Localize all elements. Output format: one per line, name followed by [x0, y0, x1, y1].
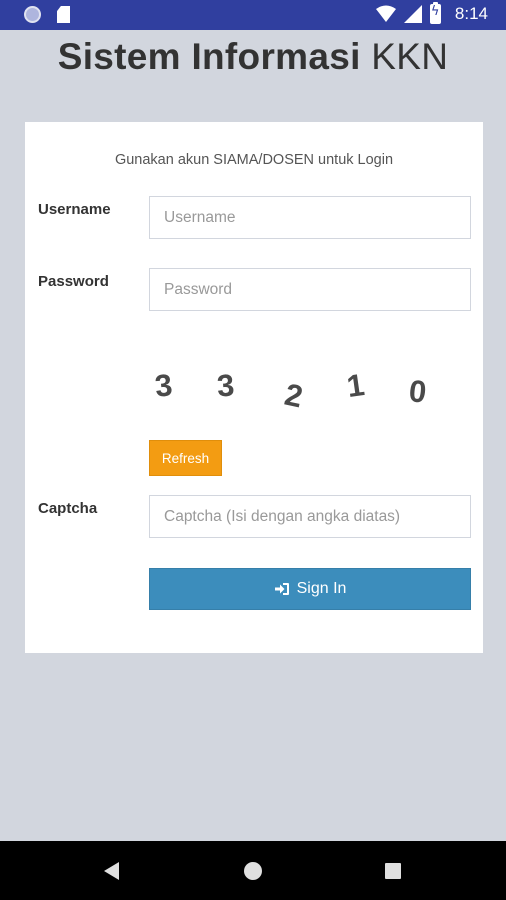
page-title-bold: Sistem Informasi: [57, 36, 361, 77]
captcha-digit: 3: [153, 367, 174, 404]
home-icon[interactable]: [244, 862, 262, 880]
password-input[interactable]: [149, 268, 471, 311]
captcha-label: Captcha: [38, 500, 98, 517]
captcha-digit: 1: [344, 366, 367, 405]
navigation-bar: [0, 841, 506, 900]
back-icon[interactable]: [104, 862, 119, 880]
captcha-image: 3 3 2 1 0: [151, 360, 451, 420]
page-title: Sistem Informasi KKN: [0, 36, 506, 78]
captcha-input[interactable]: [149, 495, 471, 538]
password-label: Password: [38, 273, 109, 290]
status-time: 8:14: [454, 4, 488, 23]
notification-dot-icon: [24, 6, 41, 23]
sign-in-button[interactable]: Sign In: [149, 568, 471, 610]
captcha-digit: 0: [407, 373, 429, 410]
status-bar: 8:14: [0, 0, 506, 30]
username-label: Username: [38, 201, 111, 218]
refresh-captcha-button[interactable]: Refresh: [149, 440, 222, 476]
sd-card-icon: [57, 6, 70, 23]
sign-in-icon: [274, 583, 289, 595]
page-title-light: KKN: [371, 36, 449, 77]
captcha-digit: 3: [215, 367, 236, 404]
cell-signal-icon: [403, 5, 422, 23]
username-input[interactable]: [149, 196, 471, 239]
login-card: Gunakan akun SIAMA/DOSEN untuk Login Use…: [25, 122, 483, 653]
recents-icon[interactable]: [385, 863, 401, 879]
sign-in-label: Sign In: [296, 580, 347, 597]
captcha-digit: 2: [281, 376, 306, 415]
login-message: Gunakan akun SIAMA/DOSEN untuk Login: [114, 152, 394, 168]
battery-charging-icon: [429, 2, 441, 24]
wifi-icon: [375, 5, 396, 22]
